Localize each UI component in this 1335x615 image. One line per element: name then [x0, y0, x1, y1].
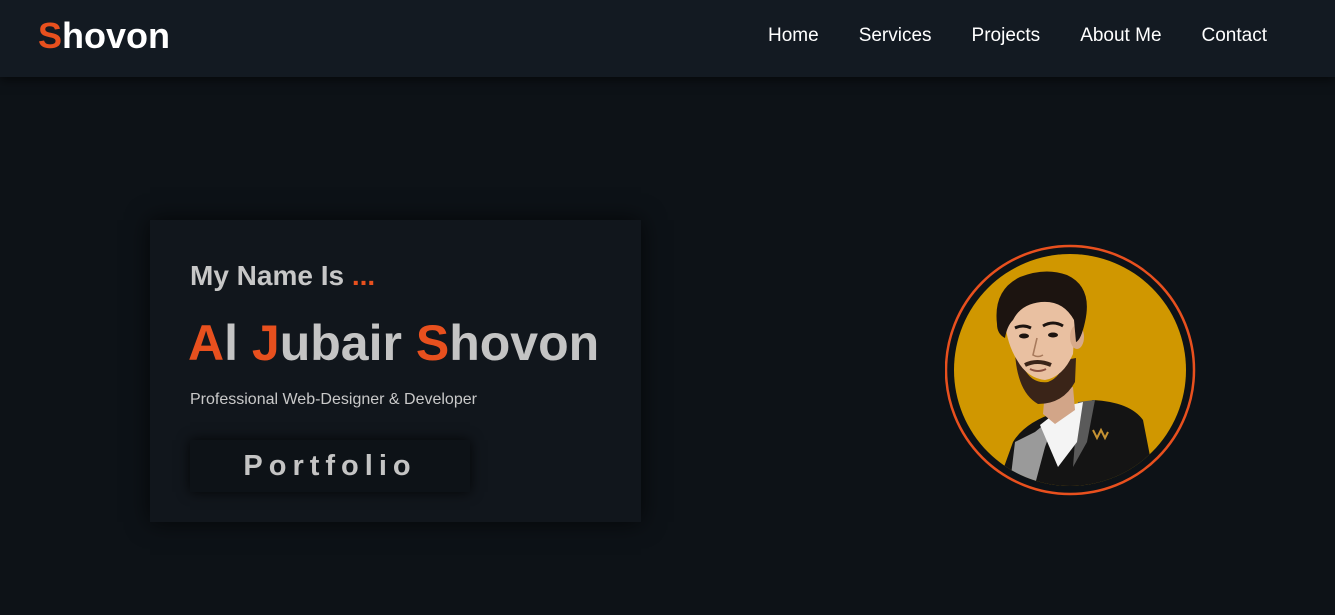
name-initial-s: S — [415, 315, 450, 371]
name-part-ubair: ubair — [279, 315, 416, 371]
nav-link-services[interactable]: Services — [859, 24, 932, 48]
name-part-hovon: hovon — [449, 315, 600, 371]
site-logo[interactable]: Shovon — [38, 15, 170, 57]
name-part-l: l — [224, 315, 252, 371]
hero-name: Al Jubair Shovon — [188, 314, 599, 372]
intro-dots: ... — [351, 260, 376, 291]
navbar: Shovon Home Services Projects About Me C… — [0, 0, 1335, 77]
intro-heading: My Name Is ... — [190, 260, 375, 292]
portfolio-button[interactable]: Portfolio — [190, 440, 470, 492]
hero-tagline: Professional Web-Designer & Developer — [190, 391, 477, 408]
name-initial-a: A — [188, 315, 225, 371]
logo-initial: S — [38, 15, 63, 56]
name-initial-j: J — [251, 315, 280, 371]
intro-text: My Name Is — [190, 260, 352, 291]
hero-card: My Name Is ... Al Jubair Shovon Professi… — [150, 220, 641, 522]
nav-link-about-me[interactable]: About Me — [1080, 24, 1161, 48]
nav-link-home[interactable]: Home — [768, 24, 819, 48]
nav-link-contact[interactable]: Contact — [1202, 24, 1267, 48]
profile-avatar — [944, 242, 1196, 505]
avatar-illustration — [944, 244, 1196, 496]
nav-links: Home Services Projects About Me Contact — [768, 24, 1267, 48]
nav-link-projects[interactable]: Projects — [972, 24, 1041, 48]
logo-text: hovon — [62, 15, 170, 56]
